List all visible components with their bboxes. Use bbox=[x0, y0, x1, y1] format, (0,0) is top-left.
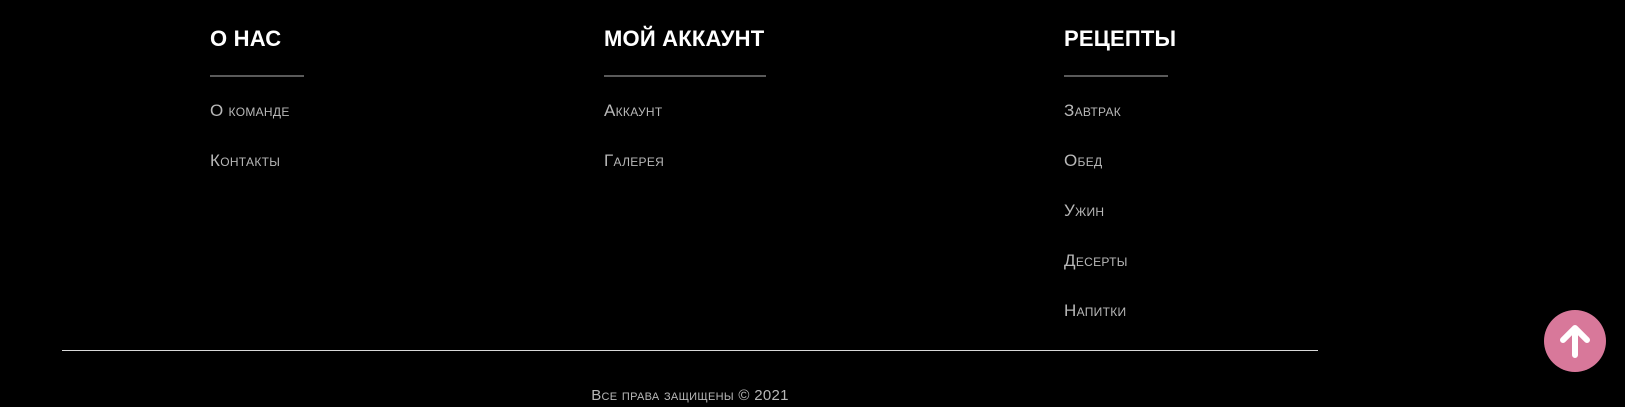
copyright-text: Все права защищены © 2021 bbox=[591, 387, 789, 404]
title-underline bbox=[210, 75, 304, 77]
arrow-up-icon bbox=[1555, 321, 1595, 361]
footer-divider bbox=[62, 350, 1318, 351]
list-item: Галерея bbox=[604, 151, 766, 201]
footer-column-title: О НАС bbox=[210, 26, 282, 51]
title-underline bbox=[604, 75, 766, 77]
footer-link-contacts[interactable]: Контакты bbox=[210, 151, 280, 170]
footer-link-team[interactable]: О команде bbox=[210, 101, 290, 120]
footer-link-lunch[interactable]: Обед bbox=[1064, 151, 1102, 170]
list-item: Напитки bbox=[1064, 301, 1176, 351]
scroll-to-top-button[interactable] bbox=[1544, 310, 1606, 372]
list-item: Аккаунт bbox=[604, 101, 766, 151]
footer-column-title: МОЙ АККАУНТ bbox=[604, 26, 765, 51]
list-item: Контакты bbox=[210, 151, 304, 201]
list-item: Ужин bbox=[1064, 201, 1176, 251]
list-item: О команде bbox=[210, 101, 304, 151]
site-footer: О НАС О команде Контакты МОЙ АККАУНТ Акк… bbox=[0, 0, 1625, 407]
footer-link-list: О команде Контакты bbox=[210, 101, 304, 201]
list-item: Обед bbox=[1064, 151, 1176, 201]
list-item: Завтрак bbox=[1064, 101, 1176, 151]
footer-link-dinner[interactable]: Ужин bbox=[1064, 201, 1104, 220]
footer-column-recipes: РЕЦЕПТЫ Завтрак Обед Ужин Десерты Напитк… bbox=[1064, 26, 1176, 351]
footer-link-list: Аккаунт Галерея bbox=[604, 101, 766, 201]
footer-link-gallery[interactable]: Галерея bbox=[604, 151, 664, 170]
title-underline bbox=[1064, 75, 1168, 77]
footer-link-breakfast[interactable]: Завтрак bbox=[1064, 101, 1121, 120]
footer-column-account: МОЙ АККАУНТ Аккаунт Галерея bbox=[604, 26, 766, 201]
footer-link-desserts[interactable]: Десерты bbox=[1064, 251, 1128, 270]
footer-link-list: Завтрак Обед Ужин Десерты Напитки bbox=[1064, 101, 1176, 351]
footer-link-account[interactable]: Аккаунт bbox=[604, 101, 663, 120]
footer-column-about: О НАС О команде Контакты bbox=[210, 26, 304, 201]
footer-column-title: РЕЦЕПТЫ bbox=[1064, 26, 1177, 51]
footer-link-drinks[interactable]: Напитки bbox=[1064, 301, 1126, 320]
list-item: Десерты bbox=[1064, 251, 1176, 301]
